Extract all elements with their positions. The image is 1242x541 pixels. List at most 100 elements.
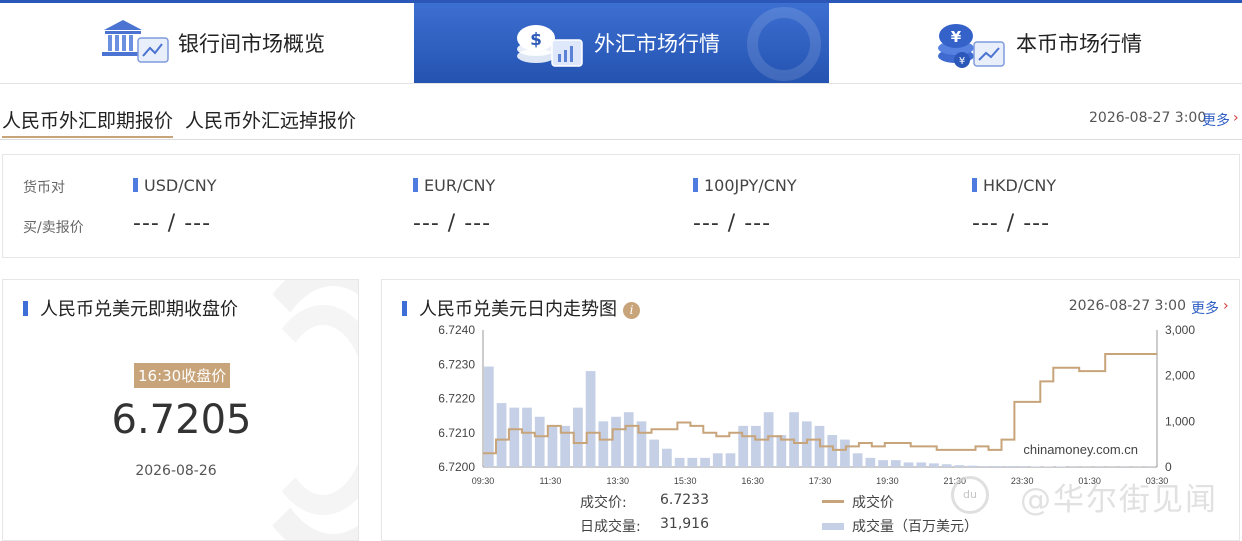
- publisher-logo-icon: du: [951, 476, 989, 514]
- volume-bar: [878, 460, 888, 467]
- daily-volume-value: 31,916: [660, 516, 709, 532]
- legend-label: 成交价: [852, 495, 894, 511]
- pair-100jpy-cny[interactable]: 100JPY/CNY: [693, 176, 797, 195]
- pair-marker: [693, 178, 698, 192]
- volume-bar: [496, 403, 507, 467]
- nav-tab-fx-market[interactable]: $ 外汇市场行情: [414, 3, 829, 83]
- volume-bar: [967, 465, 977, 467]
- intraday-title: 人民币兑美元日内走势图 i: [402, 295, 640, 321]
- svg-text:$: $: [530, 30, 542, 50]
- x-tick: 09:30: [472, 476, 495, 486]
- y-tick-right: 1,000: [1165, 414, 1195, 428]
- volume-bar: [941, 464, 952, 467]
- volume-bar: [649, 439, 660, 467]
- nav-tab-interbank-overview[interactable]: 银行间市场概览: [98, 3, 418, 83]
- volume-bar: [865, 457, 876, 467]
- volume-bar: [979, 466, 990, 467]
- pair-marker: [972, 178, 977, 192]
- volume-bar: [522, 407, 532, 467]
- trade-price-value: 6.7233: [660, 492, 709, 508]
- volume-bar: [840, 439, 850, 467]
- y-tick-right: 0: [1165, 460, 1172, 474]
- eur-cny-quote: --- / ---: [413, 211, 492, 236]
- pair-name: EUR/CNY: [424, 176, 496, 195]
- chart-source-watermark: chinamoney.com.cn: [1023, 442, 1138, 457]
- title-marker: [23, 301, 28, 316]
- info-icon[interactable]: i: [623, 302, 640, 319]
- volume-bar: [929, 463, 939, 467]
- closing-date: 2026-08-26: [135, 463, 217, 479]
- coin-chart-icon: $: [517, 25, 583, 67]
- jpy-cny-quote: --- / ---: [693, 211, 772, 236]
- x-tick: 17:30: [809, 476, 832, 486]
- volume-bar: [674, 457, 685, 467]
- volume-bar: [725, 453, 736, 467]
- legend-label: 成交量（百万美元）: [852, 519, 978, 535]
- bid-ask-label: 买/卖报价: [23, 220, 84, 236]
- currency-pair-label: 货币对: [23, 180, 65, 196]
- intraday-title-text: 人民币兑美元日内走势图: [419, 299, 617, 320]
- legend-line-swatch: [822, 500, 844, 503]
- closing-price-title: 人民币兑美元即期收盘价: [23, 295, 238, 321]
- pair-hkd-cny[interactable]: HKD/CNY: [972, 176, 1056, 195]
- svg-text:¥: ¥: [951, 28, 962, 46]
- y-tick-right: 3,000: [1165, 323, 1195, 337]
- stat-label: 日成交量:: [580, 519, 641, 535]
- x-tick: 15:30: [674, 476, 697, 486]
- nav-tab-label: 银行间市场概览: [178, 32, 325, 56]
- y-tick-right: 2,000: [1165, 369, 1195, 383]
- nav-tab-label: 外汇市场行情: [594, 32, 720, 56]
- top-nav: 银行间市场概览 $ 外汇市场行情 ¥ ¥ 本币市场行情: [0, 0, 1242, 84]
- volume-bar: [992, 466, 1003, 467]
- volume-bar: [534, 416, 545, 467]
- pair-name: 100JPY/CNY: [704, 176, 797, 195]
- subtab-spot-quotes[interactable]: 人民币外汇即期报价: [2, 106, 174, 138]
- chevron-right-icon: ›: [1233, 110, 1239, 126]
- volume-bar: [1005, 466, 1016, 467]
- title-marker: [402, 301, 407, 316]
- pair-eur-cny[interactable]: EUR/CNY: [413, 176, 495, 195]
- volume-bar: [547, 425, 558, 467]
- pair-marker: [413, 178, 418, 192]
- subtab-forward-swap-quotes[interactable]: 人民币外汇远掉报价: [185, 106, 356, 138]
- x-tick: 13:30: [607, 476, 630, 486]
- closing-title-text: 人民币兑美元即期收盘价: [40, 299, 238, 320]
- legend-price[interactable]: 成交价: [822, 492, 894, 512]
- legend-volume[interactable]: 成交量（百万美元）: [822, 516, 978, 536]
- spot-quote-panel: 货币对 买/卖报价 USD/CNY EUR/CNY 100JPY/CNY HKD…: [2, 154, 1240, 258]
- stat-label: 成交价:: [580, 495, 627, 511]
- volume-bar: [484, 366, 494, 467]
- bank-chart-icon: [102, 20, 169, 63]
- hkd-cny-quote: --- / ---: [972, 211, 1051, 236]
- trade-price-stat: 成交价:: [580, 492, 627, 512]
- quote-subtabs: 人民币外汇即期报价 人民币外汇远掉报价: [0, 84, 1242, 140]
- quote-datetime: 2026-08-27 3:00: [1089, 110, 1207, 126]
- y-tick-left: 6.7240: [438, 323, 475, 337]
- x-tick: 19:30: [876, 476, 899, 486]
- pair-usd-cny[interactable]: USD/CNY: [133, 176, 217, 195]
- volume-bar: [903, 462, 914, 467]
- chart-more-link[interactable]: 更多: [1191, 298, 1219, 318]
- y-tick-left: 6.7210: [438, 426, 475, 440]
- volume-bar: [611, 416, 621, 467]
- volume-bar: [827, 435, 838, 467]
- volume-bar: [598, 421, 609, 467]
- brand-watermark: [747, 7, 821, 81]
- volume-bar: [852, 453, 863, 467]
- nav-tab-rmb-market[interactable]: ¥ ¥ 本币市场行情: [936, 3, 1236, 83]
- publisher-watermark: @华尔街见闻: [1020, 482, 1218, 518]
- legend-bar-swatch: [822, 523, 844, 530]
- daily-volume-stat: 日成交量:: [580, 516, 641, 536]
- more-link[interactable]: 更多: [1202, 110, 1230, 130]
- closing-time-badge: 16:30收盘价: [134, 363, 231, 388]
- yuan-coin-chart-icon: ¥ ¥: [938, 24, 1005, 68]
- volume-bar: [954, 465, 965, 467]
- closing-price-card: 人民币兑美元即期收盘价 16:30收盘价 6.7205 2026-08-26: [2, 279, 359, 541]
- volume-bar: [712, 453, 723, 467]
- x-tick: 16:30: [741, 476, 764, 486]
- volume-bar: [662, 448, 672, 467]
- volume-bar: [890, 460, 901, 467]
- volume-bar: [687, 457, 698, 467]
- volume-bar: [700, 457, 710, 467]
- volume-bar: [751, 425, 761, 467]
